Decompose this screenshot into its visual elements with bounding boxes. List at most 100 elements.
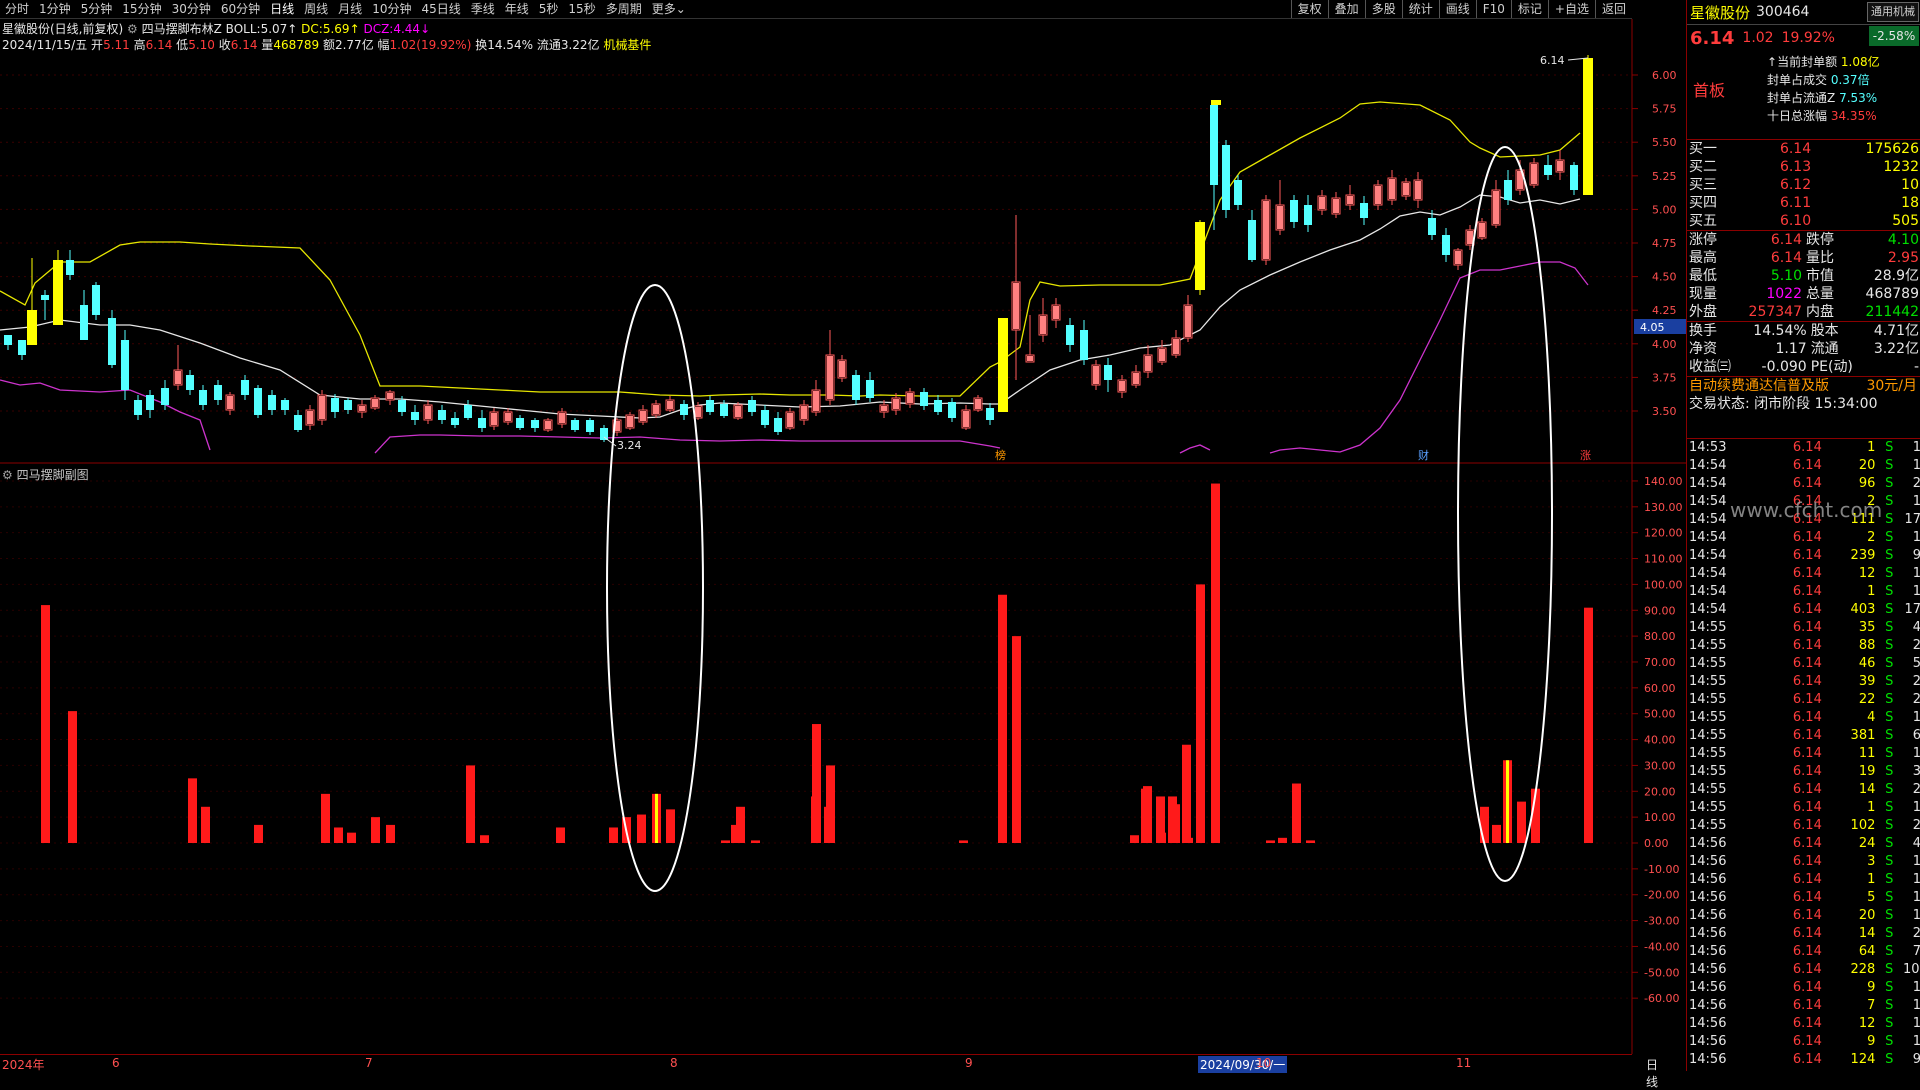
sector-change-badge[interactable]: -2.58% (1869, 26, 1919, 46)
tick-time: 14:55 (1689, 656, 1727, 671)
stats-row: 最低 5.10 市值 28.9亿 (1687, 267, 1920, 285)
candle-body (1066, 325, 1074, 345)
tick-time: 14:55 (1689, 638, 1727, 653)
tick-row: 14:55 6.14 4 S 1 (1687, 709, 1920, 727)
stat-value: - (1913, 359, 1919, 375)
tick-count: 2 (1912, 926, 1920, 941)
tick-price: 6.14 (1792, 818, 1822, 833)
period-label[interactable]: 日线 (1646, 1056, 1658, 1090)
stats2-row: 净资 1.17 流通 3.22亿 (1687, 340, 1920, 358)
fee-text: 自动续费通达信普及版 (1689, 378, 1829, 394)
peak-marker (1211, 100, 1221, 105)
tick-side: S (1885, 782, 1894, 797)
candle-body (1222, 145, 1230, 210)
kline-chart[interactable]: 6.14 3.24 榜 财 涨 6.00 5.75 5.50 5.25 5.00 4.75… (0, 0, 1686, 1054)
tick-count: 1 (1912, 998, 1920, 1013)
tick-price: 6.14 (1792, 566, 1822, 581)
tick-count: 1 (1912, 530, 1920, 545)
tick-time: 14:55 (1689, 728, 1727, 743)
tick-row: 14:55 6.14 35 S 4 (1687, 619, 1920, 637)
tick-count: 1 (1912, 440, 1920, 455)
bid-row: 买五 6.10 505 (1687, 212, 1920, 230)
histogram-bar (347, 832, 356, 843)
tick-count: 1 (1912, 458, 1920, 473)
xaxis-label-11: 11 (1456, 1056, 1472, 1070)
candle-body-fill (827, 356, 833, 399)
candle-body-fill (1389, 179, 1395, 199)
candle-body-fill (545, 421, 551, 429)
stat-label: 跌停 (1805, 232, 1834, 248)
stats-row: 现量 1022 总量 468789 (1687, 285, 1920, 303)
stats-row: 最高 6.14 量比 2.95 (1687, 249, 1920, 267)
candle-body-fill (1185, 306, 1191, 337)
price-axis: 6.00 5.75 5.50 5.25 5.00 4.75 4.50 4.25 4.00 3.75… (1632, 69, 1677, 418)
tick-row: 14:56 6.14 64 S 7 (1687, 943, 1920, 961)
candle-body-fill (787, 413, 793, 427)
histogram-bar (1517, 801, 1526, 843)
status-value: 闭市阶段 15:34:00 (1754, 396, 1878, 412)
tick-row: 14:54 6.14 96 S 2 (1687, 475, 1920, 493)
date-axis: 2024年 6 7 8 9 2024/09/30/一 10 11 日线 (0, 1054, 1658, 1089)
candle-body (478, 418, 486, 428)
tick-count: 1 (1912, 908, 1920, 923)
tick-row: 14:56 6.14 3 S 1 (1687, 853, 1920, 871)
tick-side: S (1885, 728, 1894, 743)
stat-value: 1.17 (1775, 341, 1807, 357)
histogram-bar (1012, 636, 1021, 843)
tick-time: 14:55 (1689, 692, 1727, 707)
histogram-bar (1196, 584, 1205, 843)
candle-body (920, 392, 928, 406)
stat-value: 1022 (1766, 286, 1802, 302)
sector-tag[interactable]: 通用机械 (1867, 2, 1919, 22)
tick-count: 102 (1903, 962, 1920, 977)
tick-price: 6.14 (1792, 944, 1822, 959)
tick-volume: 124 (1850, 1052, 1876, 1067)
tick-volume: 22 (1858, 692, 1876, 707)
candle-body (1583, 58, 1593, 195)
stat-label: 市值 (1805, 268, 1834, 284)
sub-chart-title[interactable]: ⚙ 四马摆脚副图 (2, 466, 89, 483)
histogram-bar (1584, 607, 1593, 843)
bid-volume: 505 (1892, 213, 1919, 229)
tick-price: 6.14 (1792, 1034, 1822, 1049)
tick-price: 6.14 (1792, 620, 1822, 635)
tick-volume: 39 (1858, 674, 1876, 689)
tick-price: 6.14 (1792, 530, 1822, 545)
candle-body (571, 420, 579, 430)
sub-axis-label: 30.00 (1644, 759, 1676, 772)
candle-body-fill (1455, 251, 1461, 264)
fee-notice[interactable]: 自动续费通达信普及版 30元/月 (1687, 376, 1920, 395)
sub-chart-settings-icon[interactable]: ⚙ (2, 468, 13, 482)
candle-body-fill (975, 399, 981, 409)
price-gridlines (0, 74, 1632, 412)
histogram-bar (959, 840, 968, 843)
tick-row: 14:55 6.14 381 S 6 (1687, 727, 1920, 745)
tick-side: S (1885, 458, 1894, 473)
histogram-bar (254, 824, 263, 843)
candle-body (1234, 180, 1242, 205)
tick-side: S (1885, 944, 1894, 959)
tick-volume: 3 (1867, 854, 1876, 869)
candle-body (451, 418, 459, 425)
tick-volume: 5 (1867, 890, 1876, 905)
stat-label: 外盘 (1689, 304, 1717, 320)
candle-body-fill (1093, 366, 1099, 384)
candle-body-fill (813, 391, 819, 411)
tick-price: 6.14 (1792, 710, 1822, 725)
tick-time: 14:56 (1689, 998, 1727, 1013)
candle-body-fill (1263, 201, 1269, 259)
tick-side: S (1885, 926, 1894, 941)
candle-body (281, 400, 289, 410)
candle-body (1080, 330, 1088, 360)
tick-side: S (1885, 836, 1894, 851)
tick-side: S (1885, 710, 1894, 725)
lower-band-line-2 (374, 434, 1001, 454)
candle-body-fill (387, 393, 393, 399)
histogram-bar (1130, 835, 1139, 843)
histogram-bar (41, 605, 50, 843)
candle-body (1570, 165, 1578, 190)
candle-body (866, 380, 874, 398)
tick-list[interactable]: 14:53 6.14 1 S 1 14:54 6.14 20 S 1 14:54 6.14 96 S 2 14… (1687, 438, 1920, 1069)
tick-side: S (1885, 980, 1894, 995)
stat-label: 股本 (1810, 323, 1839, 339)
